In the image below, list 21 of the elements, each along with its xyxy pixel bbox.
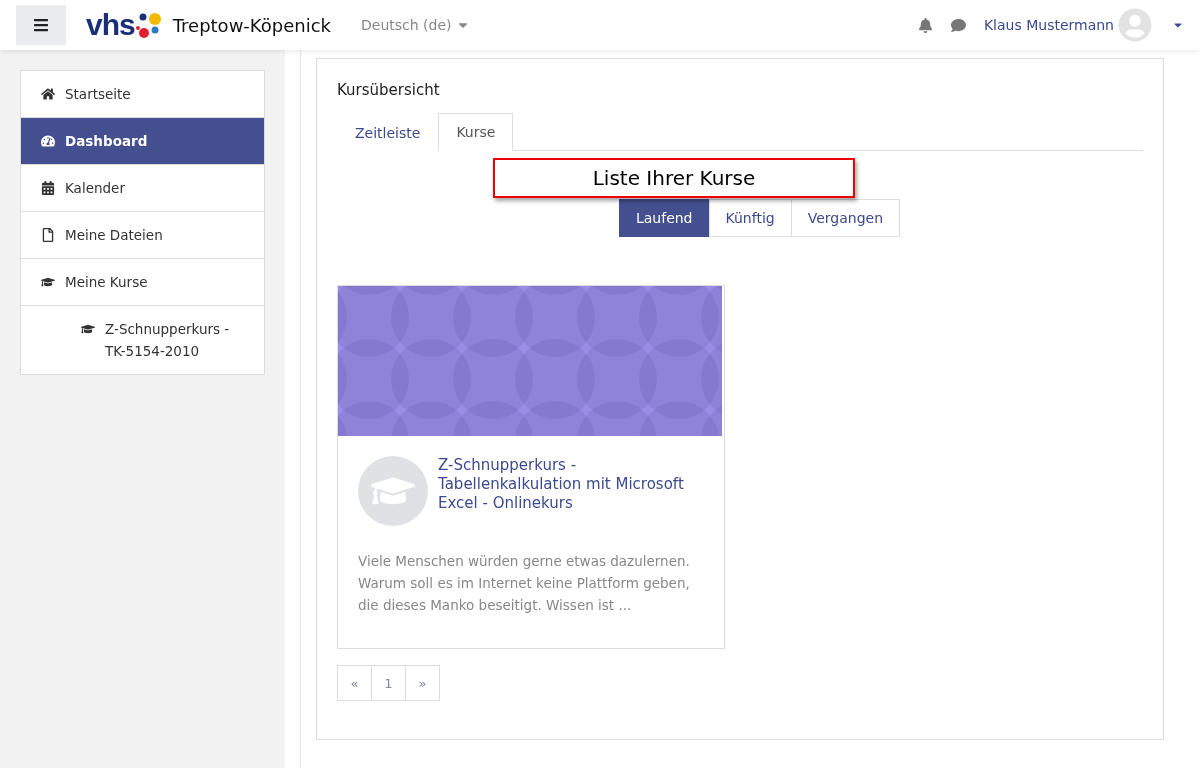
tab[interactable]: Kurse: [438, 113, 514, 151]
menu-icon: [33, 17, 49, 33]
site-name: Treptow-Köpenick: [172, 14, 331, 36]
block-title: Kursübersicht: [337, 81, 441, 99]
logo-text: vhs: [86, 8, 135, 42]
speech-bubble-icon[interactable]: [950, 17, 966, 33]
bell-icon[interactable]: [917, 17, 933, 33]
filter-button[interactable]: Laufend: [618, 199, 710, 237]
filter-button[interactable]: Künftig: [708, 199, 792, 237]
course-title-link[interactable]: Z-Schnupperkurs - Tabellenkalkulation mit Microsoft Excel - Onlinekurs: [438, 456, 704, 513]
filter-button[interactable]: Vergangen: [790, 199, 901, 237]
user-name[interactable]: Klaus Mustermann: [983, 17, 1114, 33]
callout-label: Liste Ihrer Kurse: [493, 158, 855, 198]
course-summary: Viele Menschen würden gerne etwas dazulernen. Warum soll es im Internet keine Plattform geben, die dieses Manko beseitigt. Wissen ist ...: [358, 552, 691, 615]
page-link[interactable]: «: [337, 665, 372, 701]
page-link[interactable]: »: [405, 665, 440, 701]
language-menu[interactable]: Deutsch (de): [355, 16, 476, 34]
sidebar-item[interactable]: Dashboard: [21, 117, 264, 164]
logo-dots-icon: [134, 10, 163, 40]
page-link[interactable]: 1: [371, 665, 406, 701]
menu-button[interactable]: [16, 5, 66, 45]
